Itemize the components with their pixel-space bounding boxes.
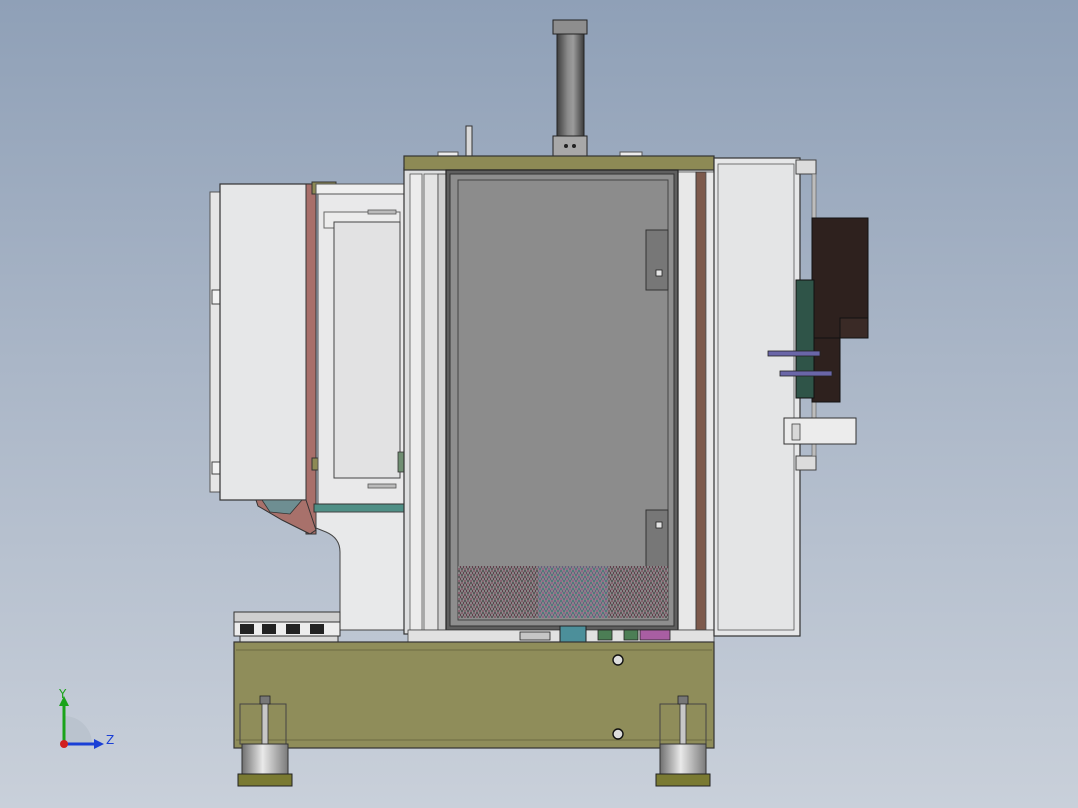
pink-gusset <box>255 499 317 535</box>
machine-model[interactable] <box>0 0 1078 808</box>
cable-tray <box>233 611 341 643</box>
origin-point <box>60 740 68 748</box>
coordinate-triad: Y Z <box>58 687 114 749</box>
heater-mesh <box>458 566 668 618</box>
z-axis-label: Z <box>106 733 114 747</box>
top-plate <box>403 155 715 171</box>
teal-bracket <box>313 503 405 513</box>
process-chamber[interactable] <box>445 169 679 631</box>
top-cylinder[interactable] <box>552 19 588 157</box>
top-post <box>437 125 643 159</box>
left-electrical-box[interactable] <box>209 183 317 535</box>
left-hinge-bracket <box>311 181 407 505</box>
y-axis-label: Y <box>58 687 67 701</box>
machine-base[interactable] <box>233 641 715 749</box>
cad-viewport[interactable]: Y Z <box>0 0 1078 808</box>
